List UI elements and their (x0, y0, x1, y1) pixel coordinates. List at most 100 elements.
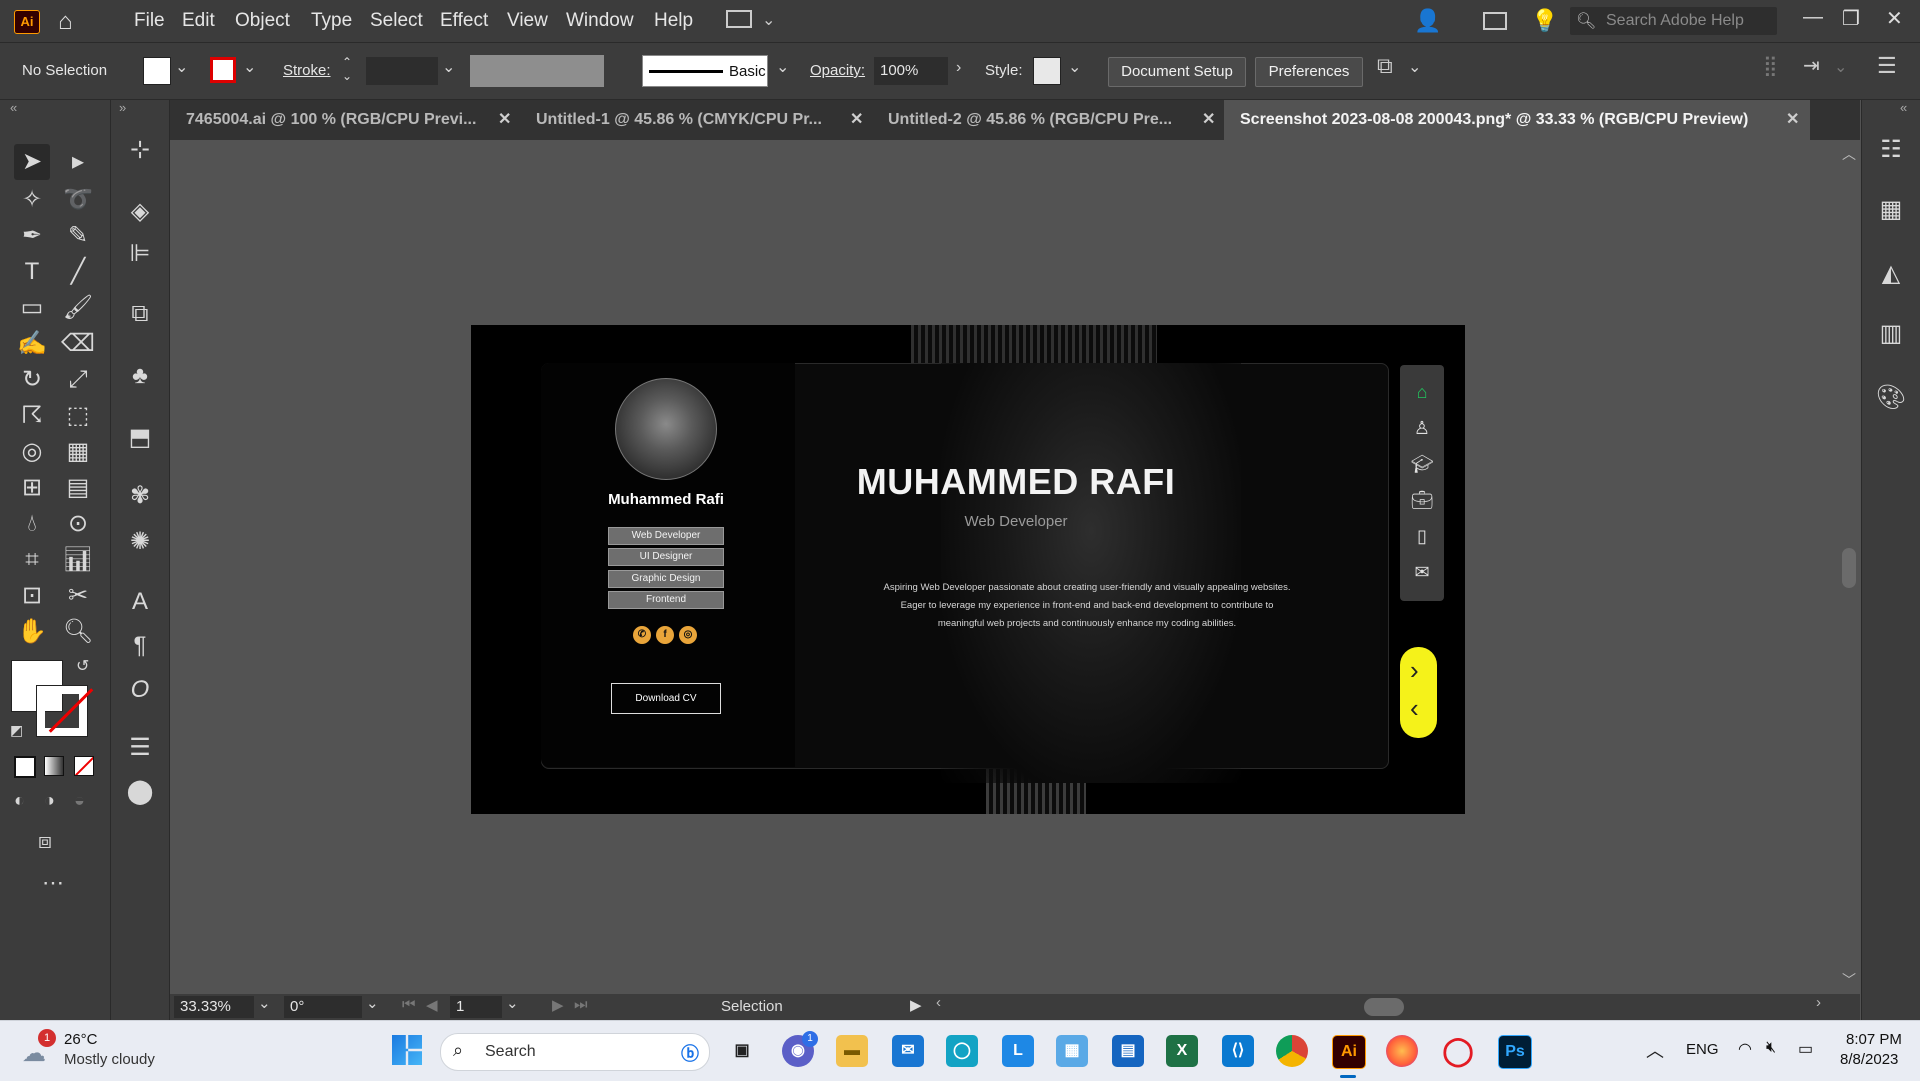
stroke-color-icon[interactable] (36, 685, 94, 737)
mail-app-icon[interactable]: ✉ (892, 1035, 924, 1067)
symbols-panel-icon[interactable]: ♣ (122, 358, 158, 394)
slice-tool-icon[interactable]: ✂ (60, 578, 96, 614)
shaper-tool-icon[interactable]: ✍ (14, 326, 50, 362)
scroll-down-icon[interactable]: ﹀ (1842, 970, 1856, 990)
menu-view[interactable]: View (507, 10, 548, 32)
swap-fill-stroke-icon[interactable]: ↺ (76, 656, 89, 676)
task-view-icon[interactable]: ▣ (726, 1035, 758, 1067)
clock-time[interactable]: 8:07 PM (1846, 1031, 1902, 1048)
help-search-box[interactable]: 🔍︎ Search Adobe Help (1570, 7, 1777, 35)
arrange-documents-icon[interactable]: ⧉ (1377, 53, 1393, 79)
close-icon[interactable]: ✕ (1786, 100, 1799, 140)
lightbulb-icon[interactable]: 💡 (1531, 8, 1558, 34)
home-icon[interactable]: ⌂ (1400, 377, 1444, 407)
menu-object[interactable]: Object (235, 10, 290, 32)
close-icon[interactable]: ✕ (498, 100, 511, 140)
opacity-label[interactable]: Opacity: (810, 62, 865, 79)
menu-icon[interactable]: ☰ (1877, 53, 1897, 79)
next-arrow-icon[interactable]: › (1410, 655, 1419, 686)
eraser-icon[interactable]: ⌫ (60, 326, 96, 362)
transparency-panel-icon[interactable]: ⬤ (122, 774, 158, 810)
tab-document-3[interactable]: Untitled-2 @ 45.86 % (RGB/CPU Pre... ✕ (872, 100, 1224, 140)
curvature-tool-icon[interactable]: ✎ (60, 218, 96, 254)
clock-date[interactable]: 8/8/2023 (1840, 1051, 1898, 1068)
expand-icon[interactable]: » (119, 100, 126, 115)
transform-panel-icon[interactable]: ⬒ (122, 420, 158, 456)
color-guide-panel-icon[interactable]: ▥ (1873, 316, 1909, 352)
prev-arrow-icon[interactable]: ‹ (1410, 693, 1419, 724)
collapse-icon[interactable]: « (10, 100, 17, 115)
taskbar-search[interactable]: ⌕ Search ⓑ (440, 1033, 710, 1071)
selection-tool-icon[interactable]: ➤ (14, 144, 50, 180)
zoom-level-field[interactable]: 33.33% (174, 996, 254, 1018)
type-tool-icon[interactable]: T (14, 254, 50, 290)
opera-icon[interactable]: ◯ (1442, 1035, 1474, 1067)
gradient-mode-icon[interactable] (44, 756, 64, 776)
microsoft-store-icon[interactable]: ▤ (1112, 1035, 1144, 1067)
chevron-down-icon[interactable]: ⌄ (1408, 57, 1421, 77)
rotation-field[interactable]: 0° (284, 996, 362, 1018)
perspective-grid-icon[interactable]: ▦ (60, 434, 96, 470)
illustrator-app-icon[interactable]: Ai (14, 10, 40, 34)
blend-tool-icon[interactable]: ⊙ (60, 506, 96, 542)
menu-help[interactable]: Help (654, 10, 693, 32)
horizontal-scroll-thumb[interactable] (1364, 998, 1404, 1016)
scroll-up-icon[interactable]: ︿ (1842, 144, 1856, 164)
menu-edit[interactable]: Edit (182, 10, 215, 32)
previous-artboard-icon[interactable]: ◀ (426, 996, 438, 1014)
chevron-up-icon[interactable]: ︿ (1646, 1037, 1664, 1063)
artboard-tool-icon[interactable]: ⊡ (14, 578, 50, 614)
chevron-right-icon[interactable]: › (956, 59, 961, 77)
scroll-thumb[interactable] (1842, 548, 1856, 588)
pen-tool-icon[interactable]: ✒ (14, 218, 50, 254)
draw-behind-icon[interactable]: ◑ (44, 790, 55, 811)
restore-icon[interactable]: ❐ (1842, 6, 1860, 31)
direct-selection-tool-icon[interactable]: ▸ (60, 144, 96, 180)
color-panel-icon[interactable]: 🎨︎ (1873, 380, 1909, 416)
instagram-icon[interactable]: ◎ (679, 626, 697, 644)
close-icon[interactable]: ✕ (850, 100, 863, 140)
eyedropper-icon[interactable]: 💧︎ (14, 506, 50, 542)
stroke-weight-input[interactable] (366, 57, 438, 85)
facebook-icon[interactable]: f (656, 626, 674, 644)
brushes-panel-icon[interactable]: ✾ (122, 478, 158, 514)
brush-definition[interactable]: Basic (642, 55, 768, 87)
more-tools-icon[interactable]: ⋯ (42, 870, 64, 896)
chrome-icon[interactable] (1276, 1035, 1308, 1067)
character-panel-icon[interactable]: A (122, 584, 158, 620)
close-icon[interactable]: ✕ (1202, 100, 1215, 140)
appearance-panel-icon[interactable]: ✺ (122, 524, 158, 560)
paragraph-panel-icon[interactable]: ¶ (122, 628, 158, 664)
control-panel-icon[interactable]: ▦ (1056, 1035, 1088, 1067)
chevron-down-icon[interactable]: ⌄ (442, 57, 455, 77)
chevron-down-icon[interactable]: ⌄ (366, 994, 379, 1012)
warp-tool-icon[interactable]: ☈ (14, 398, 50, 434)
tab-document-1[interactable]: 7465004.ai @ 100 % (RGB/CPU Previ... ✕ (170, 100, 520, 140)
collapse-icon[interactable]: « (1900, 100, 1907, 115)
graduation-cap-icon[interactable]: 🎓︎ (1400, 449, 1444, 479)
pathfinder-panel-icon[interactable]: ⧉ (122, 296, 158, 332)
chevron-down-icon[interactable]: ⌄ (175, 57, 188, 77)
document-setup-button[interactable]: Document Setup (1108, 57, 1246, 87)
first-artboard-icon[interactable]: ⏮ (402, 996, 416, 1013)
hand-tool-icon[interactable]: ✋ (14, 614, 50, 650)
stroke-swatch[interactable] (210, 57, 236, 83)
none-mode-icon[interactable] (74, 756, 94, 776)
draw-normal-icon[interactable]: ◐ (14, 790, 25, 811)
close-icon[interactable]: ✕ (1886, 6, 1903, 31)
fill-swatch[interactable] (143, 57, 171, 85)
menu-effect[interactable]: Effect (440, 10, 488, 32)
layers-panel-icon[interactable]: ◈ (122, 194, 158, 230)
menu-window[interactable]: Window (566, 10, 634, 32)
last-artboard-icon[interactable]: ⏭ (574, 996, 588, 1013)
minimize-icon[interactable]: — (1803, 6, 1823, 29)
horizontal-scroll-left-icon[interactable]: ‹ (936, 994, 941, 1011)
artboard[interactable]: Muhammed Rafi Web Developer UI Designer … (471, 325, 1465, 814)
chevron-down-icon[interactable]: ⌄ (1834, 57, 1847, 77)
chevron-down-icon[interactable]: ⌄ (258, 994, 271, 1012)
artboard-number-field[interactable]: 1 (450, 996, 502, 1018)
speaker-muted-icon[interactable]: 🔇︎ (1766, 1039, 1776, 1057)
chevron-down-icon[interactable]: ⌄ (506, 994, 519, 1012)
user-icon[interactable]: ♙ (1400, 413, 1444, 443)
tab-document-4[interactable]: Screenshot 2023-08-08 200043.png* @ 33.3… (1224, 100, 1810, 140)
